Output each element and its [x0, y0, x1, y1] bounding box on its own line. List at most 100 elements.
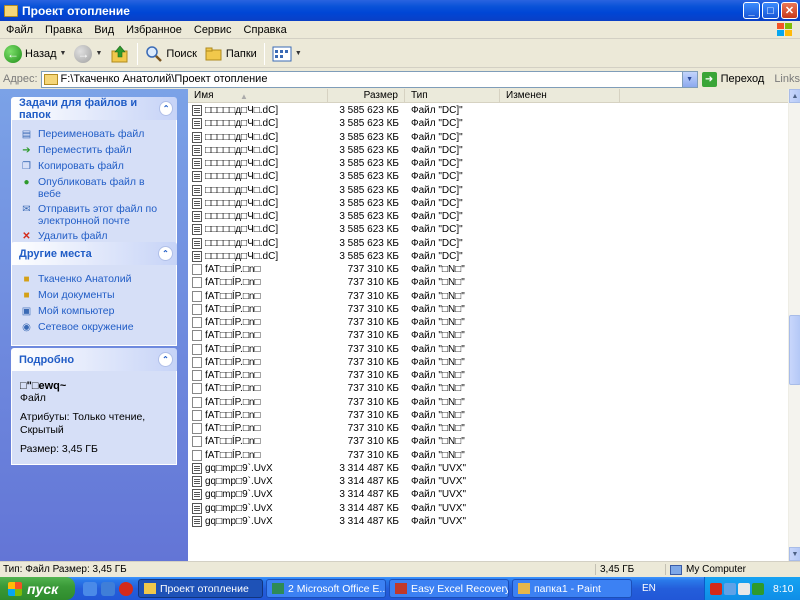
file-name-cell[interactable]: □□□□□д□Ч□.dC]: [188, 250, 328, 262]
file-row[interactable]: □□□□□д□Ч□.dC] 3 585 623 КБ Файл "DC]": [188, 144, 788, 157]
file-row[interactable]: □□□□□д□Ч□.dC] 3 585 623 КБ Файл "DC]": [188, 210, 788, 223]
file-name-cell[interactable]: fAT□□ÍP.□n□: [188, 396, 328, 408]
file-name-cell[interactable]: fAT□□ÍP.□n□: [188, 423, 328, 435]
file-row[interactable]: □□□□□д□Ч□.dC] 3 585 623 КБ Файл "DC]": [188, 170, 788, 183]
file-row[interactable]: □□□□□д□Ч□.dC] 3 585 623 КБ Файл "DC]": [188, 197, 788, 210]
file-name-cell[interactable]: □□□□□д□Ч□.dC]: [188, 224, 328, 236]
file-name-cell[interactable]: fAT□□ÍP.□n□: [188, 290, 328, 302]
menu-help[interactable]: Справка: [238, 24, 293, 36]
file-name-cell[interactable]: fAT□□ÍP.□n□: [188, 370, 328, 382]
menu-favorites[interactable]: Избранное: [120, 24, 188, 36]
start-button[interactable]: пуск: [0, 577, 75, 600]
file-name-cell[interactable]: □□□□□д□Ч□.dC]: [188, 105, 328, 117]
file-name-cell[interactable]: □□□□□д□Ч□.dC]: [188, 211, 328, 223]
task-excel[interactable]: 2 Microsoft Office E... ▼: [266, 579, 386, 598]
file-name-cell[interactable]: fAT□□ÍP.□n□: [188, 449, 328, 461]
place-my-computer[interactable]: ▣ Мой компьютер: [20, 305, 168, 318]
chevron-down-icon[interactable]: ▼: [681, 71, 697, 87]
file-name-cell[interactable]: □□□□□д□Ч□.dC]: [188, 144, 328, 156]
file-row[interactable]: fAT□□ÍP.□n□ 737 310 КБ Файл "□N□": [188, 343, 788, 356]
task-email[interactable]: ✉ Отправить этот файл по электронной поч…: [20, 203, 168, 227]
file-row[interactable]: fAT□□ÍP.□n□ 737 310 КБ Файл "□N□": [188, 290, 788, 303]
file-name-cell[interactable]: fAT□□ÍP.□n□: [188, 356, 328, 368]
file-row[interactable]: gq□mp□9`.UvX 3 314 487 КБ Файл "UVX": [188, 488, 788, 501]
task-delete-label[interactable]: Удалить файл: [38, 230, 107, 242]
address-input[interactable]: F:\Ткаченко Анатолий\Проект отопление ▼: [40, 70, 698, 88]
task-publish-label[interactable]: Опубликовать файл в вебе: [38, 176, 168, 200]
file-name-cell[interactable]: fAT□□ÍP.□n□: [188, 317, 328, 329]
scroll-thumb[interactable]: [789, 315, 800, 385]
file-row[interactable]: gq□mp□9`.UvX 3 314 487 КБ Файл "UVX": [188, 502, 788, 515]
column-type[interactable]: Тип: [405, 89, 500, 103]
file-name-cell[interactable]: □□□□□д□Ч□.dC]: [188, 184, 328, 196]
details-header[interactable]: Подробно ⌃: [11, 348, 177, 371]
menu-tools[interactable]: Сервис: [188, 24, 238, 36]
task-email-label[interactable]: Отправить этот файл по электронной почте: [38, 203, 168, 227]
collapse-icon[interactable]: ⌃: [159, 101, 173, 116]
opera-icon[interactable]: [119, 581, 133, 596]
go-button[interactable]: ➜ Переход: [701, 71, 764, 87]
place-tkachenko-label[interactable]: Ткаченко Анатолий: [38, 273, 132, 285]
place-my-documents-label[interactable]: Мои документы: [38, 289, 115, 301]
file-name-cell[interactable]: fAT□□ÍP.□n□: [188, 343, 328, 355]
forward-button[interactable]: → ▼: [70, 42, 106, 66]
file-row[interactable]: fAT□□ÍP.□n□ 737 310 КБ Файл "□N□": [188, 422, 788, 435]
task-explorer[interactable]: Проект отопление: [138, 579, 263, 598]
file-name-cell[interactable]: □□□□□д□Ч□.dC]: [188, 158, 328, 170]
file-row[interactable]: gq□mp□9`.UvX 3 314 487 КБ Файл "UVX": [188, 515, 788, 528]
close-button[interactable]: ✕: [781, 2, 798, 19]
chevron-down-icon[interactable]: ▼: [295, 50, 302, 57]
collapse-icon[interactable]: ⌃: [158, 352, 173, 367]
file-name-cell[interactable]: fAT□□ÍP.□n□: [188, 436, 328, 448]
desktop-icon[interactable]: [101, 581, 115, 596]
menu-file[interactable]: Файл: [0, 24, 39, 36]
file-name-cell[interactable]: fAT□□ÍP.□n□: [188, 277, 328, 289]
file-row[interactable]: gq□mp□9`.UvX 3 314 487 КБ Файл "UVX": [188, 462, 788, 475]
chevron-down-icon[interactable]: ▼: [95, 50, 102, 57]
vertical-scrollbar[interactable]: ▲ ▼: [788, 89, 800, 561]
network-tray-icon[interactable]: [724, 582, 736, 595]
scroll-up-button[interactable]: ▲: [789, 89, 800, 103]
volume-icon[interactable]: [738, 582, 750, 595]
file-name-cell[interactable]: □□□□□д□Ч□.dC]: [188, 118, 328, 130]
file-row[interactable]: □□□□□д□Ч□.dC] 3 585 623 КБ Файл "DC]": [188, 250, 788, 263]
other-places-header[interactable]: Другие места ⌃: [11, 242, 177, 265]
ie-icon[interactable]: [83, 581, 97, 596]
file-name-cell[interactable]: fAT□□ÍP.□n□: [188, 409, 328, 421]
task-copy-label[interactable]: Копировать файл: [38, 160, 124, 172]
address-path[interactable]: F:\Ткаченко Анатолий\Проект отопление: [61, 73, 268, 85]
file-row[interactable]: □□□□□д□Ч□.dC] 3 585 623 КБ Файл "DC]": [188, 237, 788, 250]
file-row[interactable]: □□□□□д□Ч□.dC] 3 585 623 КБ Файл "DC]": [188, 157, 788, 170]
file-row[interactable]: fAT□□ÍP.□n□ 737 310 КБ Файл "□N□": [188, 396, 788, 409]
file-name-cell[interactable]: gq□mp□9`.UvX: [188, 502, 328, 514]
antivirus-icon[interactable]: [710, 582, 722, 595]
file-tasks-header[interactable]: Задачи для файлов и папок ⌃: [11, 97, 177, 121]
file-name-cell[interactable]: fAT□□ÍP.□n□: [188, 383, 328, 395]
column-size[interactable]: Размер: [328, 89, 405, 103]
folders-button[interactable]: Папки: [201, 42, 261, 66]
place-my-documents[interactable]: ■ Мои документы: [20, 289, 168, 302]
file-name-cell[interactable]: gq□mp□9`.UvX: [188, 476, 328, 488]
file-row[interactable]: fAT□□ÍP.□n□ 737 310 КБ Файл "□N□": [188, 409, 788, 422]
file-name-cell[interactable]: gq□mp□9`.UvX: [188, 489, 328, 501]
place-my-computer-label[interactable]: Мой компьютер: [38, 305, 114, 317]
place-network[interactable]: ◉ Сетевое окружение: [20, 321, 168, 334]
task-publish[interactable]: ● Опубликовать файл в вебе: [20, 176, 168, 200]
task-move[interactable]: ➔ Переместить файл: [20, 144, 168, 157]
file-name-cell[interactable]: □□□□□д□Ч□.dC]: [188, 131, 328, 143]
file-row[interactable]: fAT□□ÍP.□n□ 737 310 КБ Файл "□N□": [188, 263, 788, 276]
back-button[interactable]: ← Назад ▼: [0, 42, 70, 66]
file-row[interactable]: fAT□□ÍP.□n□ 737 310 КБ Файл "□N□": [188, 276, 788, 289]
file-name-cell[interactable]: fAT□□ÍP.□n□: [188, 303, 328, 315]
file-row[interactable]: □□□□□д□Ч□.dC] 3 585 623 КБ Файл "DC]": [188, 104, 788, 117]
file-row[interactable]: □□□□□д□Ч□.dC] 3 585 623 КБ Файл "DC]": [188, 117, 788, 130]
maximize-button[interactable]: □: [762, 2, 779, 19]
file-row[interactable]: fAT□□ÍP.□n□ 737 310 КБ Файл "□N□": [188, 382, 788, 395]
safely-remove-icon[interactable]: [752, 582, 764, 595]
place-tkachenko[interactable]: ■ Ткаченко Анатолий: [20, 273, 168, 286]
file-row[interactable]: fAT□□ÍP.□n□ 737 310 КБ Файл "□N□": [188, 303, 788, 316]
minimize-button[interactable]: _: [743, 2, 760, 19]
column-modified[interactable]: Изменен: [500, 89, 620, 103]
file-row[interactable]: gq□mp□9`.UvX 3 314 487 КБ Файл "UVX": [188, 475, 788, 488]
file-name-cell[interactable]: gq□mp□9`.UvX: [188, 462, 328, 474]
